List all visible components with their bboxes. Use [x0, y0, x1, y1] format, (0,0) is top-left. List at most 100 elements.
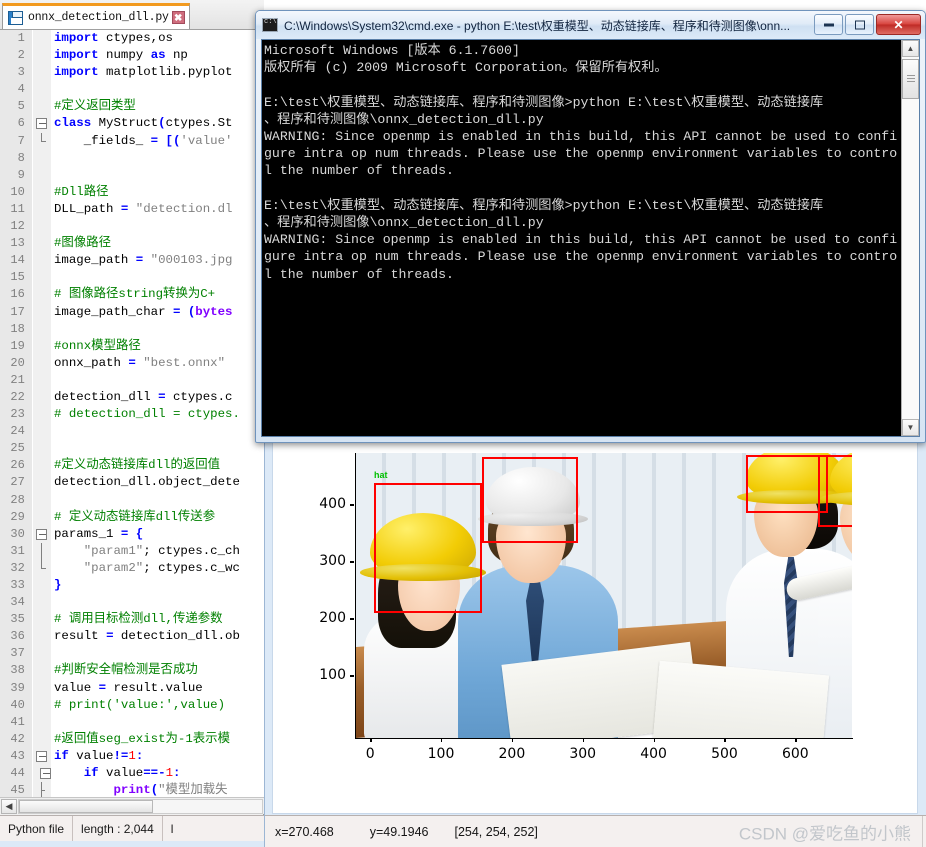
line-number: 14 — [0, 252, 32, 270]
code-editor-window: onnx_detection_dll.py ✖ 1 import ctypes,… — [0, 0, 264, 847]
minimize-button[interactable] — [814, 14, 843, 35]
fold-toggle-icon[interactable] — [36, 118, 47, 130]
line-number: 5 — [0, 98, 32, 116]
cursor-x-value: x=270.468 — [275, 825, 334, 839]
fold-gutter — [33, 235, 51, 253]
line-number: 43 — [0, 747, 32, 766]
bbox-1 — [374, 483, 482, 613]
y-tick-mark — [350, 618, 354, 620]
cmd-scroll-thumb[interactable] — [902, 59, 919, 99]
code-line: 24 — [0, 423, 264, 441]
fold-gutter — [33, 388, 51, 407]
hscroll-thumb[interactable] — [19, 799, 153, 813]
cmd-title-bar[interactable]: C:\Windows\System32\cmd.exe - python E:\… — [256, 11, 925, 39]
scroll-up-icon[interactable]: ▲ — [902, 40, 919, 57]
code-line: 38 #判断安全帽检测是否成功 — [0, 662, 264, 680]
line-number: 31 — [0, 542, 32, 560]
code-line-text: #Dll路径 — [54, 184, 109, 199]
scroll-left-icon[interactable]: ◀ — [1, 798, 17, 814]
line-number: 27 — [0, 474, 32, 492]
code-line: 22 detection_dll = ctypes.c — [0, 388, 264, 407]
fold-gutter — [33, 696, 51, 714]
fold-gutter — [33, 218, 51, 236]
hscroll-track[interactable] — [18, 798, 263, 814]
x-axis-spine — [355, 738, 853, 740]
image-axes[interactable]: hat — [356, 453, 852, 738]
code-line-text: _fields_ = [('value' — [54, 133, 233, 148]
line-number: 29 — [0, 508, 32, 526]
x-tick-mark — [653, 738, 655, 742]
line-number: 37 — [0, 645, 32, 663]
code-text-area[interactable]: 1 import ctypes,os 2 import numpy as np 3 … — [0, 30, 264, 800]
x-tick-mark — [795, 738, 797, 742]
cmd-scroll-track[interactable] — [902, 57, 919, 419]
x-tick-mark — [370, 738, 372, 742]
fold-gutter — [33, 611, 51, 629]
code-line-text: detection_dll.object_dete — [54, 475, 240, 490]
code-line: 4 — [0, 81, 264, 99]
code-line: 21 — [0, 371, 264, 389]
fold-gutter — [33, 679, 51, 697]
editor-horizontal-scrollbar[interactable]: ◀ — [0, 797, 264, 814]
x-tick-label: 500 — [711, 746, 738, 762]
code-line-text: value = result.value — [54, 680, 203, 695]
line-number: 19 — [0, 337, 32, 355]
line-number: 11 — [0, 200, 32, 219]
fold-toggle-icon[interactable] — [36, 528, 47, 540]
fold-gutter — [33, 662, 51, 680]
code-line: 42 #返回值seg_exist为-1表示模 — [0, 730, 264, 748]
status-length: length : 2,044 — [81, 821, 154, 836]
code-line: 10 #Dll路径 — [0, 183, 264, 201]
fold-gutter — [33, 64, 51, 82]
matplotlib-figure-window: hat 100 200 300 400 0 100 200 300 400 500 600 x=2… — [264, 432, 926, 847]
line-number: 35 — [0, 611, 32, 629]
code-line: 43 if value!=1: — [0, 747, 264, 766]
line-number: 28 — [0, 491, 32, 509]
figure-status-right-edge — [922, 816, 926, 847]
close-button[interactable]: ✕ — [876, 14, 921, 35]
editor-bottom-filler — [0, 841, 264, 847]
cmd-console-body[interactable]: Microsoft Windows [版本 6.1.7600] 版权所有 (c)… — [261, 39, 920, 437]
maximize-button[interactable] — [845, 14, 874, 35]
code-line: 23 # detection_dll = ctypes. — [0, 406, 264, 424]
tab-onnx-detection-dll-py[interactable]: onnx_detection_dll.py ✖ — [2, 3, 190, 29]
code-line: 1 import ctypes,os — [0, 30, 264, 48]
code-line: 35 # 调用目标检测dll,传递参数 — [0, 611, 264, 629]
line-number: 12 — [0, 218, 32, 236]
line-number: 38 — [0, 662, 32, 680]
scroll-down-icon[interactable]: ▼ — [902, 419, 919, 436]
figure-canvas[interactable]: hat 100 200 300 400 0 100 200 300 400 500 600 — [272, 442, 918, 814]
code-line: 14 image_path = "000103.jpg — [0, 252, 264, 270]
fold-gutter — [33, 149, 51, 167]
line-number: 10 — [0, 183, 32, 201]
cmd-vertical-scrollbar[interactable]: ▲ ▼ — [901, 40, 919, 436]
fold-toggle-icon[interactable] — [36, 750, 47, 762]
fold-gutter — [33, 337, 51, 355]
floppy-disk-icon — [8, 10, 23, 25]
line-number: 32 — [0, 559, 32, 577]
editor-tab-bar: onnx_detection_dll.py ✖ — [0, 0, 264, 30]
fold-gutter — [33, 730, 51, 748]
code-line-text: #onnx模型路径 — [54, 338, 141, 353]
x-tick-mark — [582, 738, 585, 742]
code-line: 33 } — [0, 577, 264, 595]
code-line: 13 #图像路径 — [0, 235, 264, 253]
code-line-text: #图像路径 — [54, 236, 111, 251]
fold-toggle-icon[interactable] — [40, 768, 51, 780]
cmd-output-text: Microsoft Windows [版本 6.1.7600] 版权所有 (c)… — [264, 43, 898, 282]
close-icon[interactable]: ✖ — [171, 11, 185, 24]
y-tick-label: 300 — [319, 553, 346, 570]
y-tick-mark — [350, 675, 354, 677]
fold-gutter — [33, 491, 51, 509]
line-number: 16 — [0, 286, 32, 304]
code-line-text: # 调用目标检测dll,传递参数 — [54, 612, 223, 627]
command-prompt-window[interactable]: C:\Windows\System32\cmd.exe - python E:\… — [255, 10, 926, 443]
code-line: 17 image_path_char = (bytes — [0, 303, 264, 321]
code-line-text: detection_dll = ctypes.c — [54, 389, 233, 404]
line-number: 7 — [0, 132, 32, 150]
line-number: 25 — [0, 440, 32, 458]
status-file-type: Python file — [8, 821, 65, 836]
code-line: 29 # 定义动态链接库dll传送参 — [0, 508, 264, 526]
fold-gutter — [33, 252, 51, 270]
line-number: 41 — [0, 713, 32, 731]
